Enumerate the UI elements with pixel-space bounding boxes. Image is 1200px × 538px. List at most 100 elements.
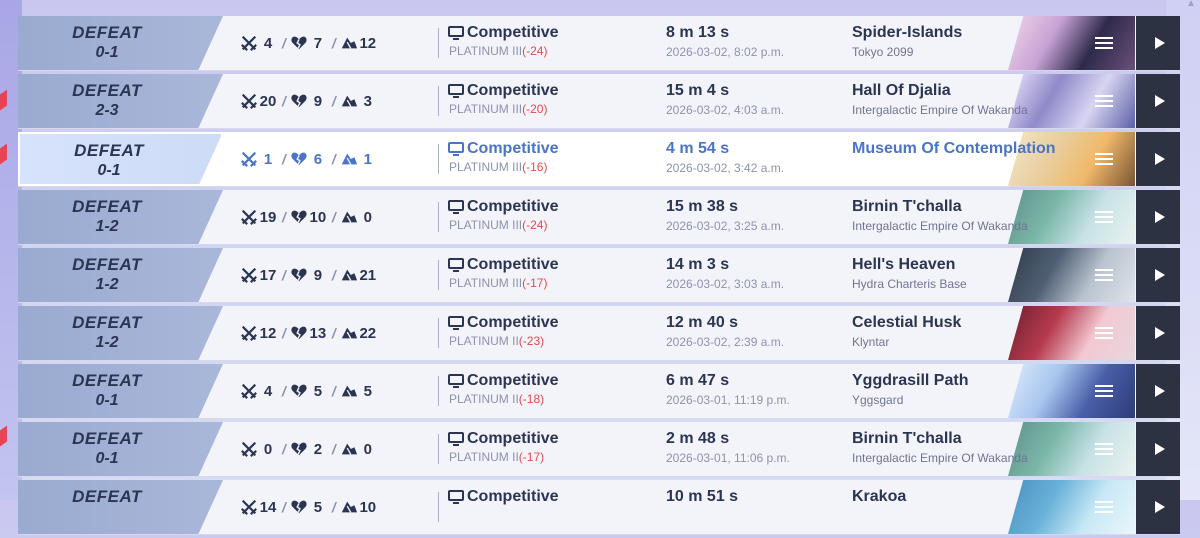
match-date: 2026-03-02, 3:03 a.m. (666, 277, 785, 291)
monitor-icon (448, 431, 464, 446)
menu-icon[interactable] (1095, 92, 1113, 110)
kills-count: 4 (263, 34, 273, 52)
monitor-icon (448, 25, 464, 40)
result-panel: DEFEAT 1-2 (18, 248, 223, 302)
replay-button[interactable] (1136, 364, 1180, 418)
match-row[interactable]: DEFEAT 0-1 0 / 2 / 0 Competitive PLATINU… (18, 422, 1180, 477)
match-row[interactable]: DEFEAT 1-2 19 / 10 / 0 Competitive PLATI… (18, 190, 1180, 245)
match-time: 6 m 47 s 2026-03-01, 11:19 p.m. (666, 372, 790, 407)
menu-icon[interactable] (1095, 324, 1113, 342)
hands-icon (341, 211, 357, 223)
match-time: 8 m 13 s 2026-03-02, 8:02 p.m. (666, 24, 784, 59)
crossed-swords-icon (241, 325, 257, 341)
divider (438, 260, 439, 290)
monitor-icon (448, 257, 464, 272)
divider (438, 202, 439, 232)
menu-icon[interactable] (1095, 440, 1113, 458)
monitor-icon (448, 315, 464, 330)
match-row[interactable]: DEFEAT 0-1 4 / 5 / 5 Competitive PLATINU… (18, 364, 1180, 419)
match-history-list: DEFEAT 0-1 4 / 7 / 12 Competitive PLATIN… (18, 16, 1180, 538)
assists-count: 5 (363, 382, 372, 400)
match-row[interactable]: DEFEAT 0-1 1 / 6 / 1 Competitive PLATINU… (18, 132, 1180, 187)
broken-heart-icon (291, 268, 307, 282)
map-name: Celestial Husk (852, 314, 962, 331)
match-row[interactable]: DEFEAT 2-3 20 / 9 / 3 Competitive PLATIN… (18, 74, 1180, 129)
match-duration: 4 m 54 s (666, 140, 730, 157)
divider (438, 376, 439, 406)
result-label: DEFEAT (72, 429, 142, 448)
rank-label: PLATINUM III (449, 102, 523, 116)
hands-icon (341, 153, 357, 165)
divider (438, 28, 439, 58)
map-name: Birnin T'challa (852, 198, 962, 215)
match-row[interactable]: DEFEAT 14 / 5 / 10 Competitive 10 m 51 s (18, 480, 1180, 535)
monitor-icon (448, 489, 464, 504)
result-label: DEFEAT (72, 487, 142, 506)
play-icon (1154, 443, 1165, 455)
result-label: DEFEAT (72, 197, 142, 216)
mode-label: Competitive (467, 430, 559, 447)
match-row[interactable]: DEFEAT 0-1 4 / 7 / 12 Competitive PLATIN… (18, 16, 1180, 71)
map-name: Krakoa (852, 488, 907, 505)
monitor-icon (448, 199, 464, 214)
map-name: Spider-Islands (852, 24, 963, 41)
play-icon (1154, 153, 1165, 165)
divider (438, 318, 439, 348)
deaths-count: 5 (313, 498, 323, 516)
mode-info: Competitive PLATINUM III(-24) (448, 198, 559, 232)
assists-count: 0 (363, 440, 372, 458)
map-info: Hall Of Djalia Intergalactic Empire Of W… (852, 82, 1082, 117)
match-time: 4 m 54 s 2026-03-02, 3:42 a.m. (666, 140, 784, 175)
menu-icon[interactable] (1095, 498, 1113, 516)
match-time: 14 m 3 s 2026-03-02, 3:03 a.m. (666, 256, 784, 291)
replay-button[interactable] (1136, 422, 1180, 476)
map-name: Hall Of Djalia (852, 82, 951, 99)
replay-button[interactable] (1136, 16, 1180, 70)
rank-delta: (-17) (522, 276, 548, 290)
map-info: Hell's Heaven Hydra Charteris Base (852, 256, 1082, 291)
hands-icon (341, 327, 357, 339)
assists-count: 10 (359, 498, 377, 516)
broken-heart-icon (291, 94, 307, 108)
kda-stats: 4 / 7 / 12 (240, 32, 378, 54)
rank-delta: (-16) (522, 160, 548, 174)
menu-icon[interactable] (1095, 150, 1113, 168)
assists-count: 21 (359, 266, 377, 284)
scroll-up-icon[interactable]: ▲ (1184, 0, 1198, 12)
map-region: Yggsgard (852, 393, 904, 407)
kills-count: 20 (259, 92, 277, 110)
match-date: 2026-03-02, 4:03 a.m. (666, 103, 785, 117)
crossed-swords-icon (241, 383, 257, 399)
replay-button[interactable] (1136, 306, 1180, 360)
kda-stats: 19 / 10 / 0 (240, 206, 378, 228)
menu-icon[interactable] (1095, 382, 1113, 400)
match-time: 12 m 40 s 2026-03-02, 2:39 a.m. (666, 314, 784, 349)
result-label: DEFEAT (72, 371, 142, 390)
match-duration: 6 m 47 s (666, 372, 730, 389)
match-time: 15 m 4 s 2026-03-02, 4:03 a.m. (666, 82, 784, 117)
replay-button[interactable] (1136, 248, 1180, 302)
result-panel: DEFEAT 2-3 (18, 74, 223, 128)
menu-icon[interactable] (1095, 266, 1113, 284)
match-row[interactable]: DEFEAT 1-2 17 / 9 / 21 Competitive PLATI… (18, 248, 1180, 303)
menu-icon[interactable] (1095, 208, 1113, 226)
match-date: 2026-03-02, 3:25 a.m. (666, 219, 785, 233)
replay-button[interactable] (1136, 132, 1180, 186)
hands-icon (341, 95, 357, 107)
rank-label: PLATINUM II (449, 392, 519, 406)
mode-info: Competitive PLATINUM II(-18) (448, 372, 559, 406)
monitor-icon (448, 141, 464, 156)
menu-icon[interactable] (1095, 34, 1113, 52)
mode-info: Competitive PLATINUM III(-17) (448, 256, 559, 290)
play-icon (1154, 327, 1165, 339)
broken-heart-icon (291, 210, 307, 224)
match-row[interactable]: DEFEAT 1-2 12 / 13 / 22 Competitive PLAT… (18, 306, 1180, 361)
replay-button[interactable] (1136, 74, 1180, 128)
replay-button[interactable] (1136, 190, 1180, 244)
result-score: 0-1 (95, 450, 119, 467)
kda-stats: 14 / 5 / 10 (240, 496, 378, 518)
match-time: 15 m 38 s 2026-03-02, 3:25 a.m. (666, 198, 784, 233)
monitor-icon (448, 83, 464, 98)
replay-button[interactable] (1136, 480, 1180, 534)
kda-stats: 4 / 5 / 5 (240, 380, 378, 402)
